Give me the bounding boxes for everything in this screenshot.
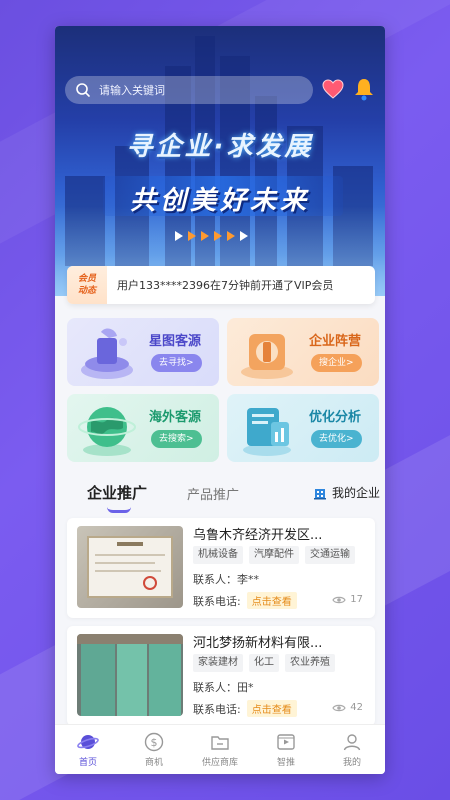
contact-phone-row: 联系电话: 点击查看 — [193, 700, 297, 717]
phone-label: 联系电话: — [193, 594, 241, 608]
my-company-link[interactable]: 我的企业 — [313, 484, 380, 501]
search-overseas-button[interactable]: 去搜索> — [151, 430, 202, 448]
contact-phone-row: 联系电话: 点击查看 — [193, 592, 297, 609]
banner-slogan-line1: 寻企业·求发展 — [126, 132, 314, 162]
feature-card-enterprise[interactable]: 企业阵营 搜企业> — [227, 318, 379, 386]
contact-person: 联系人：李** — [193, 573, 259, 586]
feature-title: 企业阵营 — [309, 334, 362, 349]
contact-person: 联系人：田* — [193, 681, 254, 694]
optimize-button[interactable]: 去优化> — [311, 430, 362, 448]
user-icon — [343, 734, 361, 751]
listing-card[interactable]: 河北梦扬新材料有限... 家装建材 化工 农业养殖 联系人：田* 联系电话: 点… — [67, 626, 375, 726]
search-icon — [76, 83, 90, 97]
search-enterprise-button[interactable]: 搜企业> — [311, 354, 362, 372]
feature-title: 星图客源 — [149, 334, 202, 349]
hero-banner[interactable]: 寻企业·求发展 共创美好未来 — [55, 26, 385, 296]
feature-card-overseas[interactable]: 海外客源 去搜索> — [67, 394, 219, 462]
listing-card[interactable]: 乌鲁木齐经济开发区... 机械设备 汽摩配件 交通运输 联系人：李** 联系电话… — [67, 518, 375, 618]
nav-label: 商机 — [144, 758, 163, 768]
listing-tabs: 企业推广 产品推广 我的企业 — [55, 476, 385, 516]
industry-tag: 机械设备 — [193, 546, 243, 564]
tab-product-promotion[interactable]: 产品推广 — [187, 484, 239, 503]
nav-item-home[interactable]: 首页 — [55, 725, 121, 774]
feature-title: 海外客源 — [149, 410, 202, 425]
globe-illustration-icon — [78, 407, 136, 456]
industry-tags: 家装建材 化工 农业养殖 — [193, 654, 335, 672]
enterprise-illustration-icon — [241, 334, 293, 379]
nav-label: 智推 — [276, 758, 295, 768]
tab-enterprise-promotion[interactable]: 企业推广 — [87, 482, 147, 503]
nav-item-smart-push[interactable]: 智推 — [253, 725, 319, 774]
my-company-label: 我的企业 — [332, 486, 381, 500]
view-count-value: 42 — [350, 702, 363, 713]
search-bar[interactable] — [65, 76, 313, 104]
eye-icon — [332, 596, 346, 603]
planet-icon — [77, 735, 99, 749]
feature-card-star-map[interactable]: 星图客源 去寻找> — [67, 318, 219, 386]
video-icon — [277, 734, 295, 750]
nav-label: 供应商库 — [201, 758, 238, 768]
feature-card-optimize[interactable]: 优化分析 去优化> — [227, 394, 379, 462]
view-count: 17 — [332, 594, 363, 605]
active-tab-indicator — [107, 507, 131, 513]
nav-item-profile[interactable]: 我的 — [319, 725, 385, 774]
heart-icon[interactable] — [321, 77, 345, 101]
company-name: 乌鲁木齐经济开发区... — [193, 528, 323, 543]
star-map-illustration-icon — [81, 328, 133, 379]
industry-tag: 交通运输 — [305, 546, 355, 564]
industry-tag: 汽摩配件 — [249, 546, 299, 564]
nav-item-business[interactable]: $ 商机 — [121, 725, 187, 774]
phone-label: 联系电话: — [193, 702, 241, 716]
bottom-navigation: 首页 $ 商机 供应商库 智推 我的 — [55, 724, 385, 774]
product-image — [77, 634, 183, 716]
industry-tags: 机械设备 汽摩配件 交通运输 — [193, 546, 355, 564]
view-count: 42 — [332, 702, 363, 713]
bell-icon[interactable] — [352, 76, 376, 102]
business-license-image — [77, 526, 183, 608]
notice-tag-line2: 动态 — [77, 286, 96, 296]
company-name: 河北梦扬新材料有限... — [193, 636, 323, 651]
view-phone-button[interactable]: 点击查看 — [246, 592, 297, 609]
view-phone-button[interactable]: 点击查看 — [246, 700, 297, 717]
view-count-value: 17 — [350, 594, 363, 605]
member-notice[interactable]: 会员 动态 用户133****2396在7分钟前开通了VIP会员 — [67, 266, 375, 304]
industry-tag: 化工 — [249, 654, 279, 672]
folder-icon — [211, 736, 229, 750]
industry-tag: 家装建材 — [193, 654, 243, 672]
industry-tag: 农业养殖 — [285, 654, 335, 672]
building-icon — [314, 488, 326, 499]
search-input[interactable] — [99, 83, 289, 97]
eye-icon — [332, 704, 346, 711]
analysis-illustration-icon — [243, 408, 291, 456]
find-button[interactable]: 去寻找> — [151, 354, 202, 372]
banner-slogan-line2: 共创美好未来 — [129, 186, 310, 216]
member-news-tag: 会员 动态 — [67, 266, 107, 304]
feature-title: 优化分析 — [309, 410, 362, 425]
nav-label: 首页 — [78, 758, 97, 768]
carousel-arrows — [175, 231, 248, 241]
svg-text:$: $ — [151, 736, 158, 749]
notice-text: 用户133****2396在7分钟前开通了VIP会员 — [117, 279, 334, 292]
dollar-coin-icon: $ — [144, 732, 164, 752]
nav-label: 我的 — [342, 758, 361, 768]
phone-screen: 寻企业·求发展 共创美好未来 会员 动态 用户133****2396在7分钟前开… — [55, 26, 385, 774]
notice-tag-line1: 会员 — [77, 274, 96, 284]
nav-item-supplier[interactable]: 供应商库 — [187, 725, 253, 774]
